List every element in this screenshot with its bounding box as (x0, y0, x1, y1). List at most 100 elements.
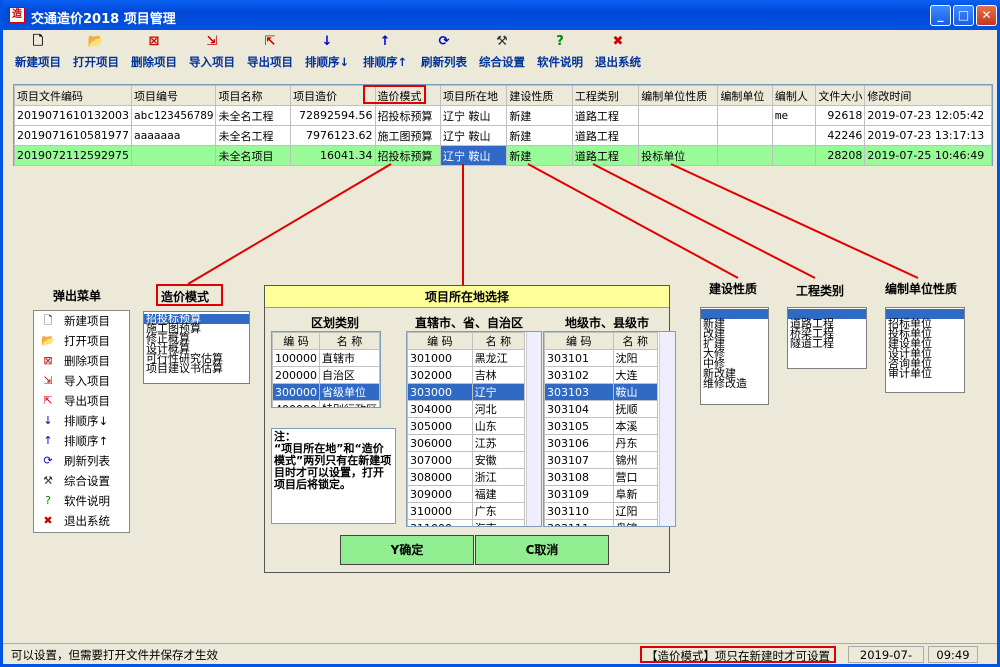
table-row[interactable]: 303105 本溪 (544, 417, 659, 435)
table-row[interactable]: 100000 直辖市 (272, 349, 380, 367)
table-row[interactable]: 303000 辽宁 (407, 383, 526, 401)
table-row[interactable]: 304000 河北 (407, 400, 526, 418)
table-cell[interactable]: 营口 (612, 468, 659, 486)
table-cell[interactable]: 山东 (471, 417, 526, 435)
table-cell[interactable]: 省级单位 (319, 383, 380, 401)
table-cell[interactable]: 303108 (544, 468, 614, 486)
table-cell[interactable]: 锦州 (612, 451, 659, 469)
table-cell[interactable]: 303109 (544, 485, 614, 503)
table-cell[interactable]: 海南 (471, 519, 526, 526)
table-cell[interactable]: 304000 (407, 400, 473, 418)
table-row[interactable]: 300000 省级单位 (272, 383, 380, 401)
table-cell[interactable]: 鞍山 (612, 383, 659, 401)
list-item[interactable]: 维修改造 (701, 378, 768, 389)
table-row[interactable]: 305000 山东 (407, 417, 526, 435)
table-cell[interactable]: 辽阳 (612, 502, 659, 520)
table-cell[interactable]: 311000 (407, 519, 473, 526)
table-cell[interactable]: 310000 (407, 502, 473, 520)
price-mode-list[interactable]: 招投标预算 施工图预算 修正概算 设计概算 可行性研究估算 项目建议书估算 (143, 311, 250, 384)
table-cell[interactable]: 303101 (544, 349, 614, 367)
table-cell[interactable]: 303107 (544, 451, 614, 469)
menu-item[interactable]: ⟳ 刷新列表 (34, 451, 129, 471)
table-row[interactable]: 303107 锦州 (544, 451, 659, 469)
table-row[interactable]: 310000 广东 (407, 502, 526, 520)
table-cell[interactable]: 309000 (407, 485, 473, 503)
table-row[interactable]: 303103 鞍山 (544, 383, 659, 401)
menu-item[interactable]: ⊠ 删除项目 (34, 351, 129, 371)
org-nature-list[interactable]: 招标单位 投标单位 建设单位 设计单位 咨询单位 审计单位 (885, 307, 965, 393)
table-cell[interactable]: 303110 (544, 502, 614, 520)
table-cell[interactable]: 抚顺 (612, 400, 659, 418)
table-cell[interactable]: 302000 (407, 366, 473, 384)
menu-item[interactable]: ↑ 排顺序↑ (34, 431, 129, 451)
table-row[interactable]: 303110 辽阳 (544, 502, 659, 520)
table-row[interactable]: 400000特别行政区 (272, 400, 380, 407)
project-type-list[interactable]: 道路工程 桥梁工程 隧道工程 (787, 307, 867, 369)
table-cell[interactable]: 303106 (544, 434, 614, 452)
table-cell[interactable]: 308000 (407, 468, 473, 486)
list-item[interactable]: 审计单位 (886, 368, 964, 379)
menu-item[interactable]: ? 软件说明 (34, 491, 129, 511)
table-row[interactable]: 303106 丹东 (544, 434, 659, 452)
table-row[interactable]: 308000 浙江 (407, 468, 526, 486)
menu-item[interactable]: ⇱ 导出项目 (34, 391, 129, 411)
table-row[interactable]: 309000 福建 (407, 485, 526, 503)
table-row[interactable]: 303102 大连 (544, 366, 659, 384)
table-cell[interactable]: 303102 (544, 366, 614, 384)
table-cell[interactable]: 200000 (272, 366, 320, 384)
menu-item[interactable]: ⚒ 综合设置 (34, 471, 129, 491)
table-row[interactable]: 301000 黑龙江 (407, 349, 526, 367)
table-cell[interactable]: 吉林 (471, 366, 526, 384)
table-cell[interactable]: 306000 (407, 434, 473, 452)
build-nature-list[interactable]: 新建 改建 扩建 大修 中修 新改建 维修改造 (700, 307, 769, 405)
table-cell[interactable]: 盘锦 (612, 519, 659, 526)
province-table[interactable]: 编 码名 称 301000 黑龙江 302000 吉林 303000 辽宁 304000 河北 3… (406, 331, 542, 527)
table-cell[interactable]: 303104 (544, 400, 614, 418)
menu-item[interactable]: 🗋 新建项目 (34, 311, 129, 331)
table-cell[interactable]: 400000 (272, 400, 320, 407)
table-cell[interactable]: 丹东 (612, 434, 659, 452)
table-cell[interactable]: 沈阳 (612, 349, 659, 367)
table-cell[interactable]: 安徽 (471, 451, 526, 469)
table-cell[interactable]: 直辖市 (319, 349, 380, 367)
table-cell[interactable]: 特别行政区 (319, 400, 380, 407)
table-row[interactable]: 303109 阜新 (544, 485, 659, 503)
table-cell[interactable]: 303000 (407, 383, 473, 401)
table-cell[interactable]: 自治区 (319, 366, 380, 384)
table-row[interactable]: 303101 沈阳 (544, 349, 659, 367)
list-item[interactable]: 隧道工程 (788, 338, 866, 349)
table-cell[interactable]: 303103 (544, 383, 614, 401)
table-row[interactable]: 200000 自治区 (272, 366, 380, 384)
table-cell[interactable]: 301000 (407, 349, 473, 367)
table-row[interactable]: 303104 抚顺 (544, 400, 659, 418)
city-table[interactable]: 编 码名 称 303101 沈阳 303102 大连 303103 鞍山 303104 抚顺 30… (543, 331, 676, 527)
table-cell[interactable]: 辽宁 (471, 383, 526, 401)
table-cell[interactable]: 福建 (471, 485, 526, 503)
table-row[interactable]: 311000海南 (407, 519, 526, 526)
province-scrollbar[interactable] (526, 332, 541, 526)
menu-item[interactable]: 📂 打开项目 (34, 331, 129, 351)
table-cell[interactable]: 303105 (544, 417, 614, 435)
table-row[interactable]: 302000 吉林 (407, 366, 526, 384)
table-cell[interactable]: 300000 (272, 383, 320, 401)
table-cell[interactable]: 浙江 (471, 468, 526, 486)
table-row[interactable]: 303111盘锦 (544, 519, 659, 526)
table-row[interactable]: 306000 江苏 (407, 434, 526, 452)
table-row[interactable]: 307000 安徽 (407, 451, 526, 469)
table-cell[interactable]: 大连 (612, 366, 659, 384)
ok-button[interactable]: Y确定 (340, 535, 474, 565)
table-cell[interactable]: 本溪 (612, 417, 659, 435)
city-scrollbar[interactable] (659, 332, 675, 526)
table-cell[interactable]: 广东 (471, 502, 526, 520)
table-cell[interactable]: 阜新 (612, 485, 659, 503)
cancel-button[interactable]: C取消 (475, 535, 609, 565)
region-table[interactable]: 编 码名 称100000直辖市200000自治区300000省级单位400000… (271, 331, 381, 408)
menu-item[interactable]: ⇲ 导入项目 (34, 371, 129, 391)
table-cell[interactable]: 305000 (407, 417, 473, 435)
table-cell[interactable]: 黑龙江 (471, 349, 526, 367)
table-cell[interactable]: 303111 (544, 519, 614, 526)
menu-item[interactable]: ↓ 排顺序↓ (34, 411, 129, 431)
table-cell[interactable]: 100000 (272, 349, 320, 367)
table-cell[interactable]: 河北 (471, 400, 526, 418)
menu-item[interactable]: ✖ 退出系统 (34, 511, 129, 531)
